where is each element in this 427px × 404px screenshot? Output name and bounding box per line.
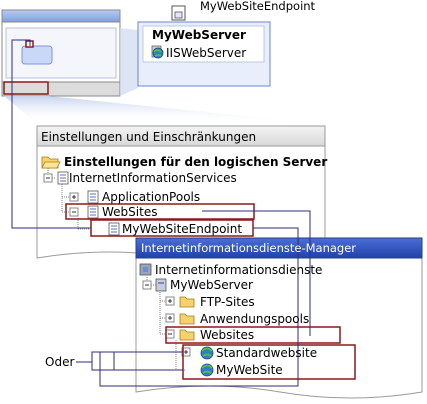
server-subtitle: IISWebServer <box>166 46 247 60</box>
settings-panel-header: Einstellungen und Einschränkungen <box>41 130 257 144</box>
folder-open-icon <box>41 156 61 169</box>
iis-item-mywebsite[interactable]: MyWebSite <box>216 364 283 376</box>
zoom-shadow <box>120 28 138 96</box>
tree-item-applicationpools[interactable]: ApplicationPools <box>102 191 200 203</box>
iis-item-ftp-sites[interactable]: FTP-Sites <box>200 296 255 308</box>
iis-item-mywebserver[interactable]: MyWebServer <box>170 279 253 291</box>
server-icon <box>155 278 167 292</box>
endpoint-callout-label: MyWebSiteEndpoint <box>200 0 316 13</box>
iis-root-item[interactable]: Internetinformationsdienste <box>155 264 322 276</box>
iis-item-websites[interactable]: Websites <box>200 329 254 341</box>
tree-item-websites[interactable]: WebSites <box>102 206 157 218</box>
iis-panel-header: Internetinformationsdienste-Manager <box>141 241 357 255</box>
iis-item-anwendungspools[interactable]: Anwendungspools <box>200 313 309 325</box>
tree-item-internetinformationservices[interactable]: InternetInformationServices <box>69 172 237 184</box>
tree-item-mywebsiteendpoint[interactable]: MyWebSiteEndpoint <box>122 223 242 235</box>
mini-designer-window <box>1 9 121 97</box>
oder-label: Oder <box>45 355 75 369</box>
settings-root-item[interactable]: Einstellungen für den logischen Server <box>64 156 327 168</box>
zoom-wedge <box>4 96 325 124</box>
iis-root-icon <box>139 263 152 276</box>
server-title: MyWebServer <box>152 28 246 42</box>
folder-icons <box>179 296 195 341</box>
server-globe-icon <box>151 45 164 59</box>
diagram-canvas <box>1 5 423 399</box>
iis-item-standardwebsite[interactable]: Standardwebsite <box>216 347 317 359</box>
